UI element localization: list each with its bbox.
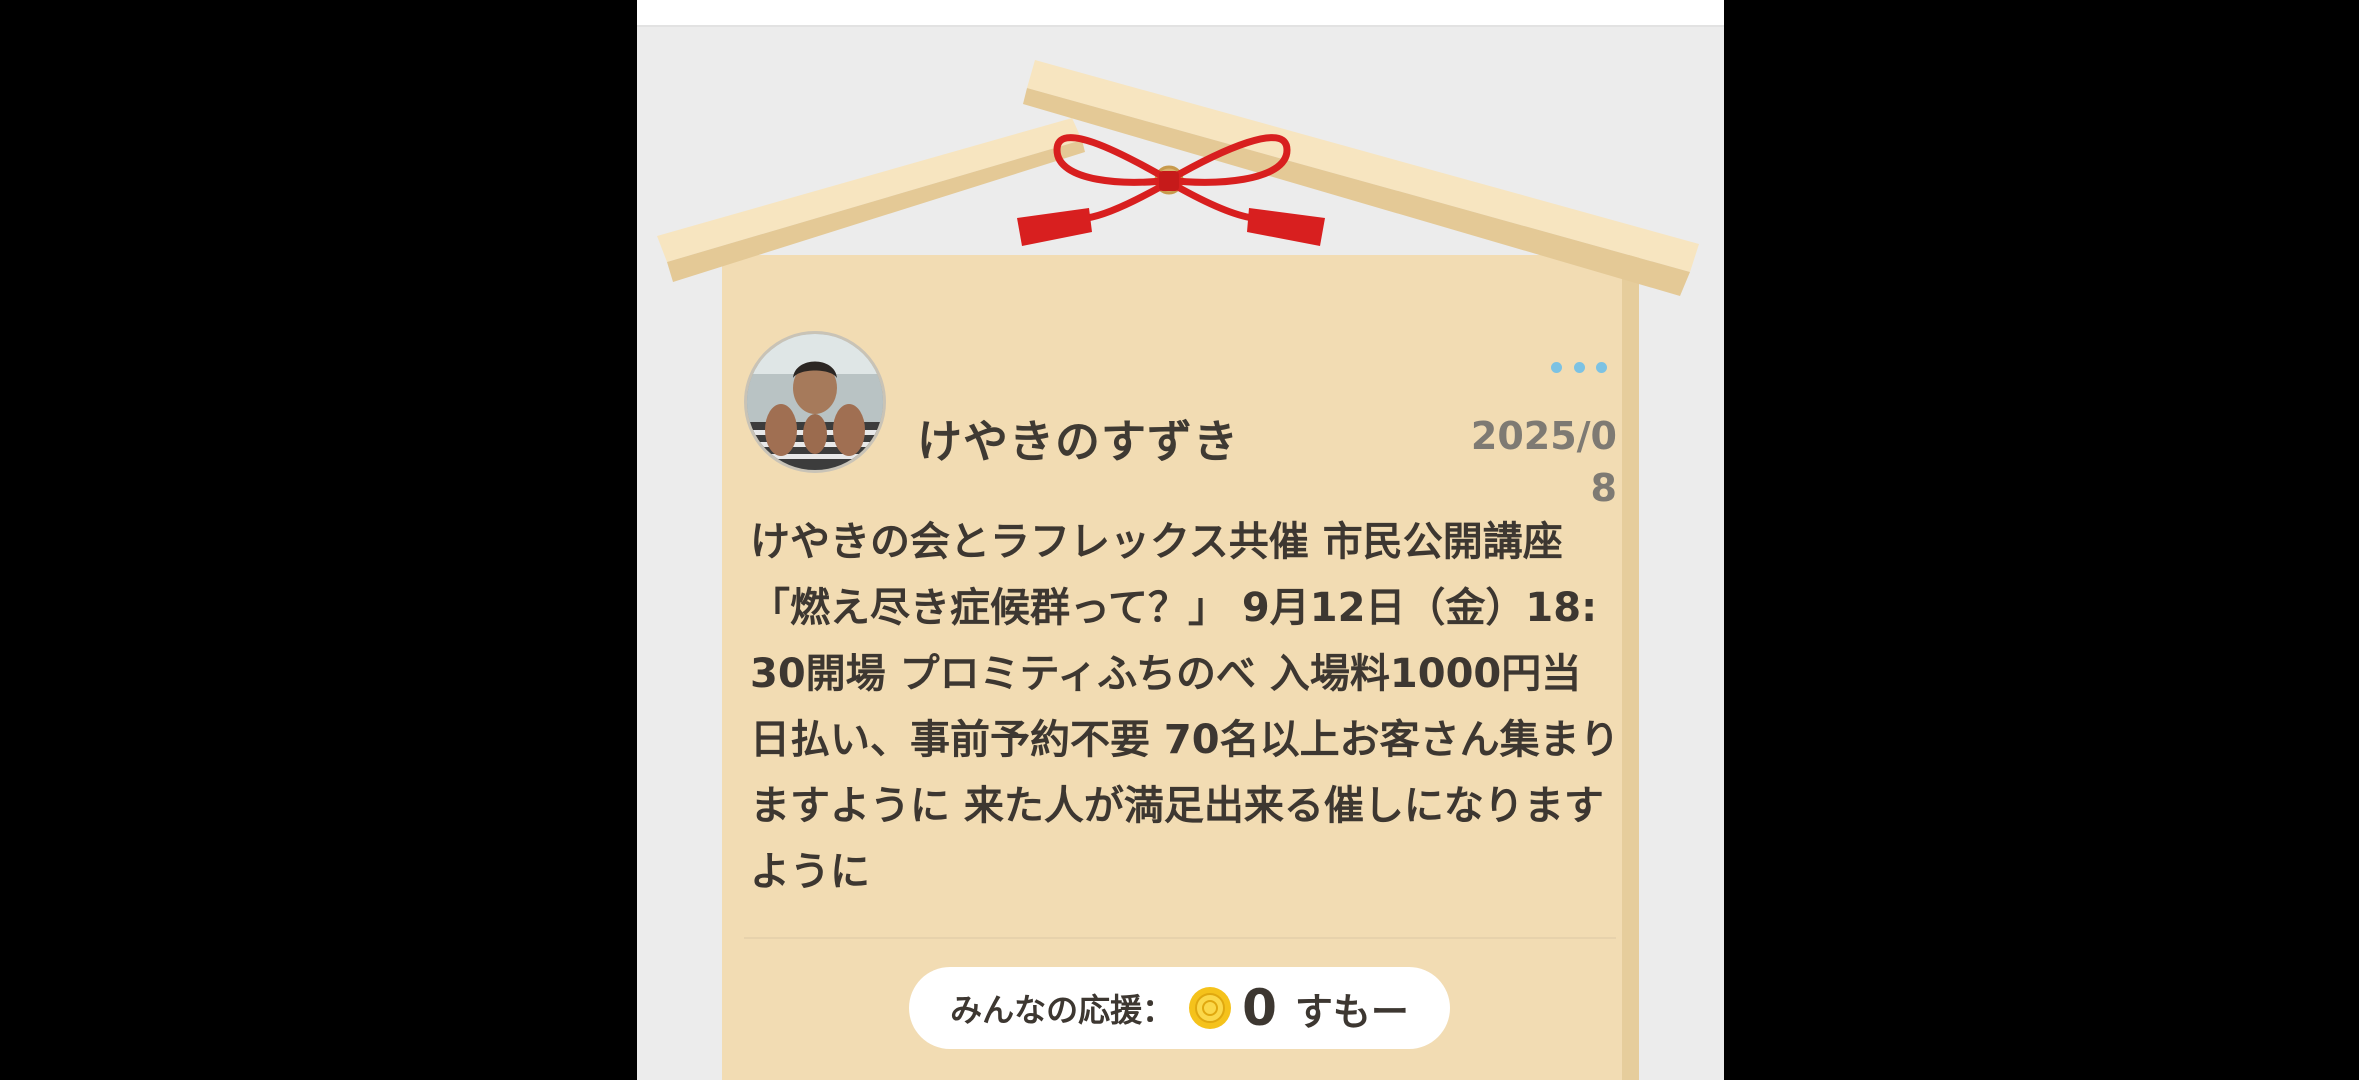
- ribbon-tassel-left: [1017, 208, 1092, 246]
- dot: [1551, 361, 1562, 373]
- ema-roof-right: [1027, 60, 1699, 272]
- user-avatar-photo: [747, 334, 883, 470]
- ema-roof-left: [657, 118, 1082, 262]
- support-button[interactable]: みんなの応援： 0 すもー: [909, 967, 1450, 1049]
- divider: [744, 937, 1616, 939]
- post-body: けやきの会とラフレックス共催 市民公開講座「燃え尽き症候群って？」 9月12日（…: [750, 519, 1620, 895]
- post-date: 2025/08: [1470, 414, 1617, 510]
- support-unit: すもー: [1294, 989, 1409, 1034]
- dot: [1573, 361, 1585, 373]
- more-dots-icon[interactable]: [1551, 354, 1607, 380]
- user-avatar[interactable]: [744, 331, 886, 473]
- app-viewport: けやきのすずき 2025/08 けやきの会とラフレックス共催 市民公開講座「燃え…: [637, 0, 1724, 1080]
- ribbon-knot: [1159, 171, 1179, 191]
- support-label: みんなの応援：: [950, 991, 1175, 1029]
- ema-board-right-edge: [1622, 255, 1639, 1080]
- support-count: 0: [1242, 979, 1277, 1037]
- ribbon-tassel-right: [1247, 208, 1325, 246]
- dot: [1596, 361, 1607, 373]
- username[interactable]: けやきのすずき: [917, 405, 1239, 470]
- coin-icon: [1189, 987, 1232, 1029]
- screen: けやきのすずき 2025/08 けやきの会とラフレックス共催 市民公開講座「燃え…: [0, 0, 2359, 1080]
